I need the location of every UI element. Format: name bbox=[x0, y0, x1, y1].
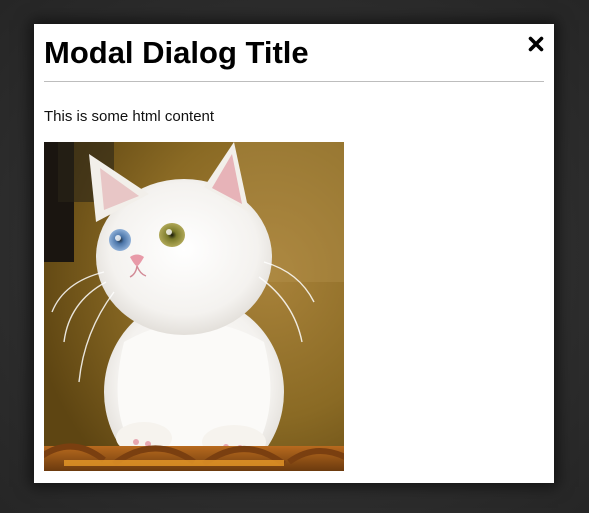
kitten-image bbox=[44, 142, 344, 471]
close-icon bbox=[528, 36, 544, 52]
body-text: This is some html content bbox=[44, 108, 215, 125]
close-button[interactable] bbox=[528, 36, 544, 52]
modal-header: Modal Dialog Title bbox=[44, 24, 544, 82]
modal-title: Modal Dialog Title bbox=[44, 35, 309, 70]
modal-dialog: Modal Dialog Title This is some html con… bbox=[34, 24, 554, 483]
modal-body: This is some html content bbox=[44, 107, 544, 471]
